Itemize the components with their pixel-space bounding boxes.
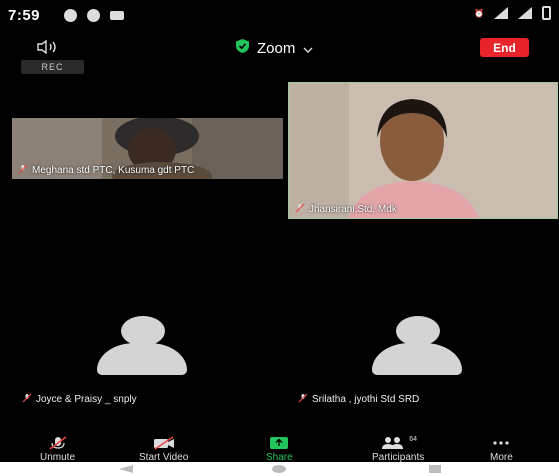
participant-video xyxy=(289,83,557,218)
system-nav-bar xyxy=(0,462,559,476)
participants-icon: 64 xyxy=(379,436,417,450)
chevron-down-icon xyxy=(303,40,313,58)
battery-icon xyxy=(542,6,551,20)
avatar-body xyxy=(372,343,462,375)
back-icon[interactable] xyxy=(119,465,133,473)
participant-name: Joyce & Praisy _ snply xyxy=(36,394,137,405)
start-video-button[interactable]: Start Video xyxy=(139,436,188,463)
end-meeting-button[interactable]: End xyxy=(480,38,529,57)
speaker-icon[interactable] xyxy=(36,39,60,59)
participant-name-tag: Joyce & Praisy _ snply xyxy=(22,393,137,406)
participants-count: 64 xyxy=(409,436,418,443)
participants-button[interactable]: 64 Participants xyxy=(372,436,424,463)
recording-badge: REC xyxy=(21,60,84,74)
meeting-title-button[interactable]: Zoom xyxy=(236,39,313,58)
video-tile[interactable]: Jhansirani,Std, Mdk xyxy=(288,82,558,219)
video-off-icon xyxy=(153,436,175,450)
status-bar: 7:59 ⏰ xyxy=(0,0,559,30)
avatar-head xyxy=(396,316,440,346)
participant-avatar[interactable] xyxy=(96,316,196,375)
participant-name-tag: Srilatha , jyothi Std SRD xyxy=(298,393,419,406)
participant-name-tag: Jhansirani,Std, Mdk xyxy=(295,203,397,216)
mic-off-icon xyxy=(298,393,308,406)
share-button[interactable]: Share xyxy=(266,436,293,463)
share-icon xyxy=(270,436,289,450)
mic-off-icon xyxy=(295,203,305,216)
alarm-icon: ⏰ xyxy=(474,8,484,18)
more-icon xyxy=(492,436,510,450)
notification-icon xyxy=(64,9,77,22)
participant-name: Jhansirani,Std, Mdk xyxy=(309,204,397,215)
recent-apps-icon[interactable] xyxy=(429,465,441,473)
participant-name-tag: Meghana std PTC, Kusuma gdt PTC xyxy=(18,164,194,177)
shield-icon xyxy=(236,39,249,58)
signal-icon xyxy=(494,7,508,19)
participant-avatar[interactable] xyxy=(371,316,471,375)
status-time: 7:59 xyxy=(8,7,41,24)
avatar-head xyxy=(121,316,165,346)
meeting-toolbar: Unmute Start Video Share 64 Participants… xyxy=(0,436,559,463)
mic-off-icon xyxy=(48,436,68,450)
participant-name: Meghana std PTC, Kusuma gdt PTC xyxy=(32,165,195,176)
meeting-title: Zoom xyxy=(257,40,296,57)
video-notification-icon xyxy=(110,11,124,20)
mic-off-icon xyxy=(18,164,28,177)
signal-icon xyxy=(518,7,532,19)
unmute-button[interactable]: Unmute xyxy=(40,436,75,463)
participant-name: Srilatha , jyothi Std SRD xyxy=(312,394,420,405)
meeting-header: Zoom End xyxy=(0,34,559,60)
home-icon[interactable] xyxy=(272,465,286,473)
notification-icon xyxy=(87,9,100,22)
mic-off-icon xyxy=(22,393,32,406)
avatar-body xyxy=(97,343,187,375)
more-button[interactable]: More xyxy=(490,436,513,463)
video-tile[interactable]: Meghana std PTC, Kusuma gdt PTC xyxy=(12,118,283,179)
